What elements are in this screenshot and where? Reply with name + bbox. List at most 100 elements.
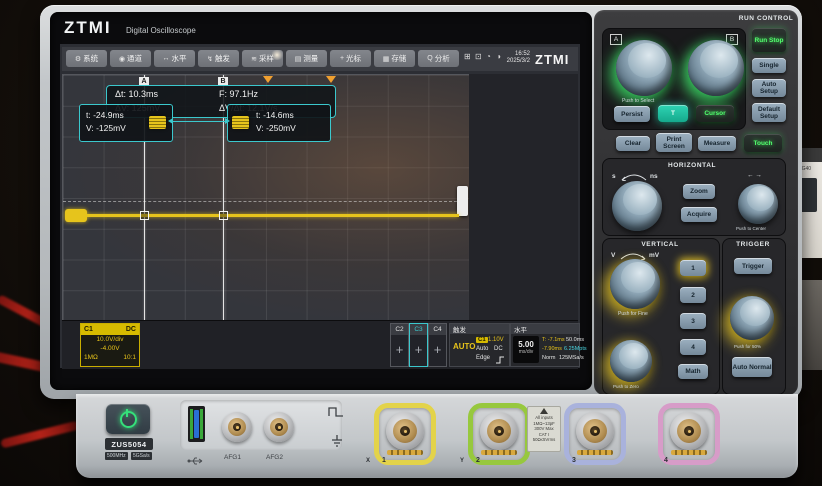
afg1-connector[interactable] [222,412,252,442]
ch3-add-button[interactable]: + [410,335,427,363]
window-icon[interactable]: ⊞ [464,52,471,61]
trigger-menu-button[interactable]: Trigger [734,258,772,274]
acquire-button[interactable]: Acquire [681,207,717,222]
cursor-b-time: t: -14.6ms [256,110,294,121]
link-arrow-left [168,118,173,124]
ch1-label: 1 [382,457,386,464]
trigger-source: C1 [476,337,488,343]
trigger-level-handle[interactable] [457,186,468,216]
afg2-label: AFG2 [266,454,283,461]
cursor-a-flag[interactable]: t: -24.9ms V: -125mV [79,104,173,142]
measure-button[interactable]: Measure [698,136,736,151]
trigger-time-pos: T: -7.1ms [542,337,565,343]
print-screen-button[interactable]: Print Screen [656,133,692,152]
t-button[interactable]: T [658,105,688,122]
trigger-level-knob[interactable] [730,296,774,340]
h-scale-s-label: s [612,173,616,180]
knob-a-label: A [610,34,622,45]
cursor-b-flag[interactable]: t: -14.6ms V: -250mV [227,104,331,142]
cursor-button[interactable]: Cursor [696,105,734,122]
ch1-offset: -4.00V [81,344,139,353]
menu-analyze[interactable]: Q分析 [418,50,459,67]
delay-position-marker[interactable] [326,76,336,83]
ch2-name: C2 [391,324,408,335]
multipurpose-knob-a[interactable] [616,40,672,96]
horizontal-scale-knob[interactable] [612,181,662,231]
screen-logo: ZTMI [535,52,569,67]
bandwidth-badge: 500MHz [105,452,128,460]
menu-trigger[interactable]: ↯触发 [198,50,239,67]
channel-1-button[interactable]: 1 [680,260,706,276]
photo-scene: DG40 ZTMI Digital Oscilloscope ⚙系统 ◉通道 ↔… [0,0,822,486]
touch-icon[interactable]: ◗ [497,52,502,61]
channel-3-button[interactable]: 3 [680,313,706,329]
menu-storage[interactable]: ▦存储 [374,50,415,67]
ch2-add-button[interactable]: + [391,335,408,363]
ch4-collapsed-box[interactable]: C4 + [428,323,447,367]
ch2-collapsed-box[interactable]: C2 + [390,323,409,367]
menu-channel[interactable]: ◉通道 [110,50,151,67]
push-fine-hint: Push for Fine [618,311,648,317]
trigger-sweep: Auto [476,346,488,352]
usb-icon [186,456,206,466]
storage-icon[interactable]: ⊡ [475,52,482,61]
cursor-b-handle[interactable] [232,116,249,129]
acquire-icon: ≋ [251,55,257,63]
trigger-mode: AUTO [453,342,476,351]
ch2-input[interactable] [468,403,530,465]
menu-cursor[interactable]: +光标 [330,50,371,67]
ch1-status-box[interactable]: C1DC 10.0V/div -4.00V 1MΩ10:1 [80,323,140,367]
run-stop-button[interactable]: Run Stop [752,28,786,52]
multipurpose-knob-b[interactable] [688,40,744,96]
probe-sense-contacts [481,450,517,455]
auto-setup-button[interactable]: Auto Setup [752,79,786,97]
persist-button[interactable]: Persist [614,106,650,122]
ch3-collapsed-box[interactable]: C3 + [409,323,428,367]
clock-readout: 16:52 2025/3/2 [504,51,530,65]
horizontal-position-knob[interactable] [738,184,778,224]
delta-t-value: Δt: 10.3ms [115,89,158,99]
ch1-impedance: 1MΩ [84,353,98,362]
ch3-input[interactable] [564,403,626,465]
power-button[interactable] [106,404,150,434]
ch1-coupling: DC [126,325,136,334]
ch1-position-marker[interactable] [65,209,87,222]
link-arrow-right [225,118,230,124]
date: 2025/3/2 [504,58,530,65]
measure-icon: ▤ [295,55,302,63]
channel-2-button[interactable]: 2 [680,287,706,303]
sample-rate: 125MSa/s [559,355,584,361]
clock-icon[interactable]: ◔ [486,52,491,61]
default-setup-button[interactable]: Default Setup [752,103,786,122]
push-select-hint: Push to Select [622,98,654,104]
input-rating-label: All inputs 1MΩ~13pF 300V Max CAT I 50Ω≤5… [527,406,561,452]
trigger-position-marker[interactable] [263,76,273,83]
probe-comp-icon [328,406,344,418]
horizontal-status-box[interactable]: 水平 5.00 ms/div T: -7.1ms 50.0ms -7.90ms … [510,323,580,367]
probe-sense-contacts [671,450,707,455]
menu-system[interactable]: ⚙系统 [66,50,107,67]
vertical-position-knob[interactable] [610,340,652,382]
math-button[interactable]: Math [678,364,708,379]
ch4-add-button[interactable]: + [429,335,446,363]
trigger-level: 1.10V [488,337,504,343]
cursor-b-trace-marker[interactable] [219,211,228,220]
usb-port[interactable] [188,406,205,442]
cursor-a-handle[interactable] [149,116,166,129]
trigger-status-box[interactable]: 触发 AUTO C1 1.10V Auto DC Edge [449,323,510,367]
channel-4-button[interactable]: 4 [680,339,706,355]
trigger-box-title: 触发 [450,324,509,334]
ch1-input[interactable] [374,403,436,465]
afg2-connector[interactable] [264,412,294,442]
zoom-button[interactable]: Zoom [683,184,715,199]
menu-measure[interactable]: ▤测量 [286,50,327,67]
cursor-icon: + [340,55,344,62]
menu-horizontal[interactable]: ↔水平 [154,50,195,67]
ch4-input[interactable] [658,403,720,465]
cursor-a-trace-marker[interactable] [140,211,149,220]
touch-button[interactable]: Touch [744,134,782,152]
single-button[interactable]: Single [752,58,786,73]
clear-button[interactable]: Clear [616,136,650,151]
auto-normal-button[interactable]: Auto Normal [732,357,772,377]
vertical-scale-knob[interactable] [610,259,660,309]
